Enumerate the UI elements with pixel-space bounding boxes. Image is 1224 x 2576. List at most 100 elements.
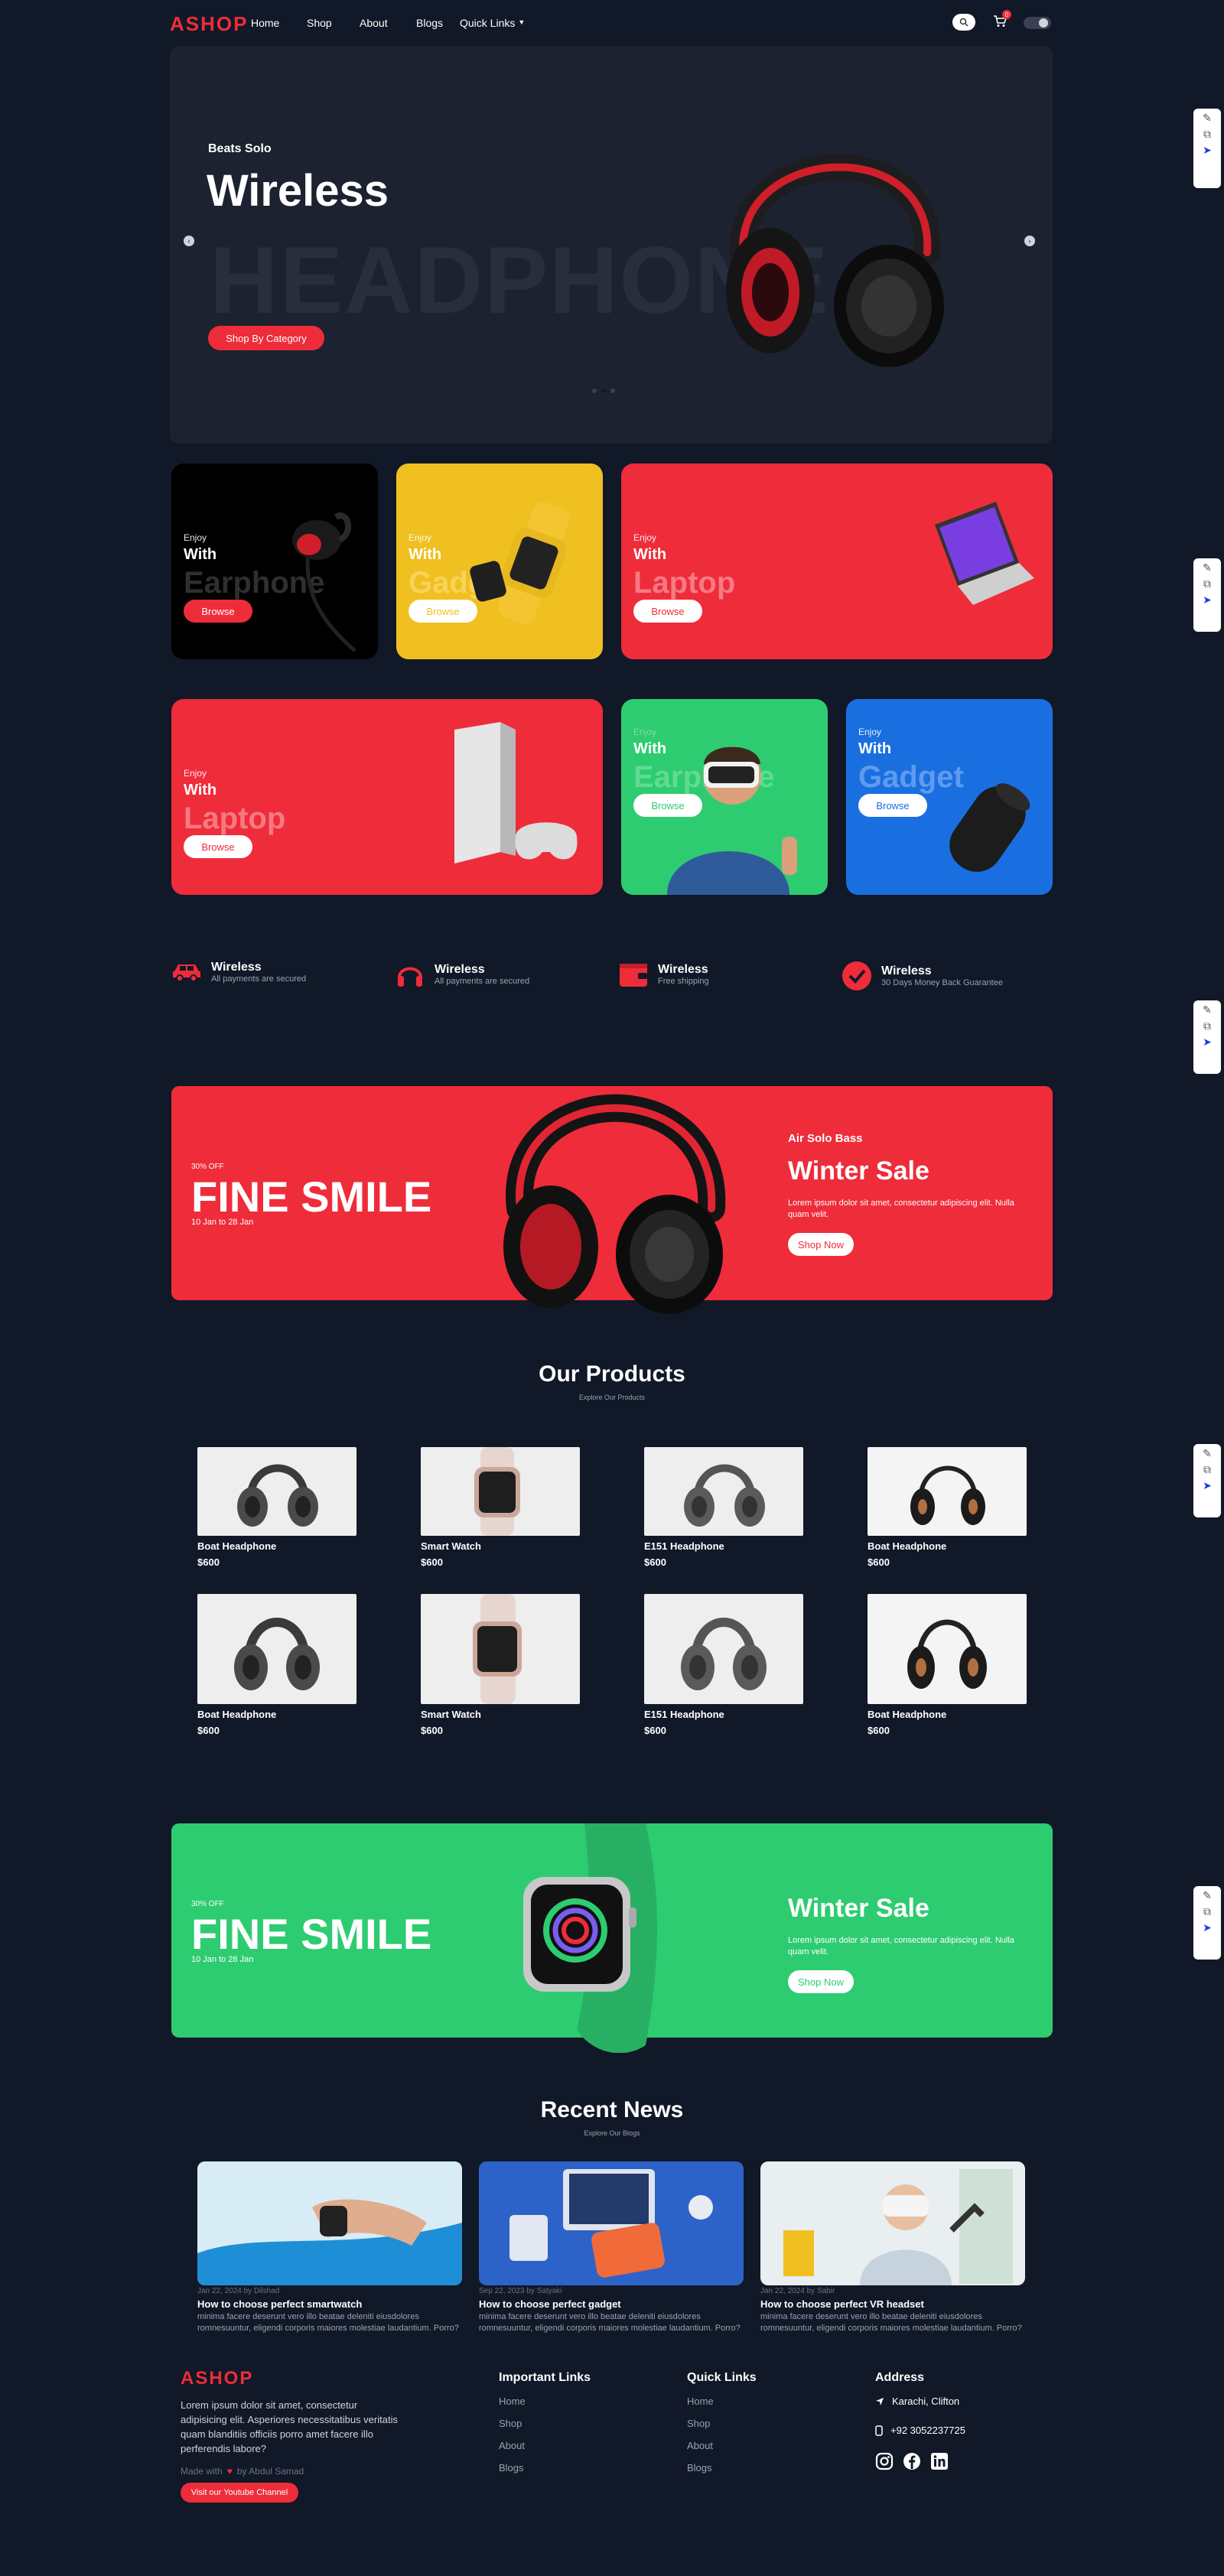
shop-now-button[interactable]: Shop Now <box>788 1970 854 1993</box>
browse-button[interactable]: Browse <box>184 835 252 858</box>
feature-subtitle: All payments are secured <box>435 977 530 986</box>
quick-link-home[interactable]: Home <box>687 2395 714 2407</box>
footer-credit: Made with ♥ by Abdul Samad <box>181 2466 304 2477</box>
send-icon[interactable]: ➤ <box>1203 1479 1212 1492</box>
product-card[interactable]: Boat Headphone $600 <box>197 1594 356 1736</box>
product-card[interactable]: Smart Watch $600 <box>421 1447 580 1568</box>
send-icon[interactable]: ➤ <box>1203 1921 1212 1934</box>
shop-by-category-button[interactable]: Shop By Category <box>208 326 324 350</box>
category-card-laptop: Enjoy With Laptop Browse <box>621 463 1053 659</box>
footer-logo[interactable]: ASHOP <box>181 2368 253 2389</box>
news-title[interactable]: How to choose perfect gadget <box>479 2298 744 2310</box>
news-meta: Jan 22, 2024 by Dilshad <box>197 2287 280 2295</box>
product-price: $600 <box>868 1725 890 1736</box>
card-big-text: Laptop <box>184 802 286 835</box>
translate-icon[interactable]: ✎ <box>1203 561 1212 574</box>
send-icon[interactable]: ➤ <box>1203 594 1212 607</box>
browse-button[interactable]: Browse <box>409 600 477 623</box>
side-tool-widget[interactable]: ✎ ⧉ ➤ <box>1193 1444 1221 1517</box>
product-card[interactable]: Boat Headphone $600 <box>868 1447 1027 1568</box>
product-card[interactable]: E151 Headphone $600 <box>644 1447 803 1568</box>
cart-button[interactable]: 0 <box>993 10 1011 31</box>
banner-title: FINE SMILE <box>191 1173 432 1221</box>
send-icon[interactable]: ➤ <box>1203 1036 1212 1049</box>
news-title[interactable]: How to choose perfect VR headset <box>760 2298 1025 2310</box>
card-with: With <box>633 546 667 563</box>
card-with: With <box>184 782 217 798</box>
search-button[interactable] <box>952 14 975 31</box>
console-image <box>454 722 578 864</box>
news-card[interactable]: Jan 22, 2024 by Sabir How to choose perf… <box>760 2161 1025 2334</box>
copy-icon[interactable]: ⧉ <box>1203 1020 1211 1033</box>
footer-about: Lorem ipsum dolor sit amet, consectetur … <box>181 2399 398 2454</box>
carousel-next-button[interactable]: › <box>1024 236 1035 246</box>
footer-link-about[interactable]: About <box>499 2440 525 2451</box>
footer-link-shop[interactable]: Shop <box>499 2418 522 2429</box>
theme-toggle[interactable] <box>1024 17 1051 29</box>
facebook-icon[interactable] <box>903 2452 921 2470</box>
footer-link-home[interactable]: Home <box>499 2395 526 2407</box>
product-image <box>868 1594 1027 1704</box>
nav-home[interactable]: Home <box>251 17 279 29</box>
product-card[interactable]: Boat Headphone $600 <box>197 1447 356 1568</box>
carousel-dot[interactable] <box>601 389 606 393</box>
product-card[interactable]: Boat Headphone $600 <box>868 1594 1027 1736</box>
nav-blogs[interactable]: Blogs <box>416 17 443 29</box>
category-card-vr: Enjoy With Earphone Browse <box>621 699 828 895</box>
shop-now-button[interactable]: Shop Now <box>788 1233 854 1256</box>
quick-link-shop[interactable]: Shop <box>687 2418 710 2429</box>
translate-icon[interactable]: ✎ <box>1203 1447 1212 1460</box>
copy-icon[interactable]: ⧉ <box>1203 1463 1211 1476</box>
copy-icon[interactable]: ⧉ <box>1203 128 1211 141</box>
browse-button[interactable]: Browse <box>858 794 927 817</box>
chevron-right-icon: › <box>1028 237 1031 245</box>
product-card[interactable]: Smart Watch $600 <box>421 1594 580 1736</box>
side-tool-widget[interactable]: ✎ ⧉ ➤ <box>1193 558 1221 632</box>
card-with: With <box>409 546 442 563</box>
check-circle-icon <box>842 961 871 990</box>
news-image <box>760 2161 1025 2285</box>
logo[interactable]: ASHOP <box>170 12 248 36</box>
news-section-subtitle: Explore Our Blogs <box>584 2129 640 2137</box>
translate-icon[interactable]: ✎ <box>1203 1003 1212 1016</box>
products-section-title: Our Products <box>539 1361 685 1387</box>
carousel-prev-button[interactable]: ‹ <box>184 236 194 246</box>
banner-discount: 30% OFF <box>191 1900 224 1908</box>
youtube-channel-button[interactable]: Visit our Youtube Channel <box>181 2483 298 2503</box>
side-tool-widget[interactable]: ✎ ⧉ ➤ <box>1193 1886 1221 1960</box>
copy-icon[interactable]: ⧉ <box>1203 1905 1211 1918</box>
copy-icon[interactable]: ⧉ <box>1203 577 1211 590</box>
instagram-icon[interactable] <box>875 2452 894 2470</box>
send-icon[interactable]: ➤ <box>1203 144 1212 157</box>
nav-about[interactable]: About <box>360 17 388 29</box>
side-tool-widget[interactable]: ✎ ⧉ ➤ <box>1193 1000 1221 1074</box>
translate-icon[interactable]: ✎ <box>1203 1889 1212 1902</box>
linkedin-icon[interactable] <box>930 2452 949 2470</box>
card-enjoy: Enjoy <box>409 532 432 543</box>
browse-button[interactable]: Browse <box>184 600 252 623</box>
browse-button[interactable]: Browse <box>633 600 702 623</box>
carousel-dot[interactable] <box>610 389 615 393</box>
footer-link-blogs[interactable]: Blogs <box>499 2462 524 2474</box>
promo-banner-green: 30% OFF FINE SMILE 10 Jan to 28 Jan Wint… <box>171 1823 1053 2053</box>
nav-quick-links[interactable]: Quick Links ▼ <box>460 17 525 29</box>
product-price: $600 <box>644 1556 666 1568</box>
feature-item: Wireless Free shipping <box>618 961 709 988</box>
headphone-image <box>726 154 944 367</box>
translate-icon[interactable]: ✎ <box>1203 112 1212 125</box>
nav-shop[interactable]: Shop <box>307 17 332 29</box>
quick-link-blogs[interactable]: Blogs <box>687 2462 712 2474</box>
card-with: With <box>858 740 892 757</box>
news-title[interactable]: How to choose perfect smartwatch <box>197 2298 462 2310</box>
carousel-dot[interactable] <box>592 389 597 393</box>
footer-phone: +92 3052237725 <box>875 2425 965 2436</box>
product-price: $600 <box>868 1556 890 1568</box>
news-card[interactable]: Sep 22, 2023 by Satyaki How to choose pe… <box>479 2161 744 2334</box>
wallet-icon <box>620 964 647 987</box>
browse-button[interactable]: Browse <box>633 794 702 817</box>
product-name: Boat Headphone <box>197 1709 277 1720</box>
product-card[interactable]: E151 Headphone $600 <box>644 1594 803 1736</box>
news-card[interactable]: Jan 22, 2024 by Dilshad How to choose pe… <box>197 2161 462 2334</box>
side-tool-widget[interactable]: ✎ ⧉ ➤ <box>1193 109 1221 188</box>
quick-link-about[interactable]: About <box>687 2440 713 2451</box>
